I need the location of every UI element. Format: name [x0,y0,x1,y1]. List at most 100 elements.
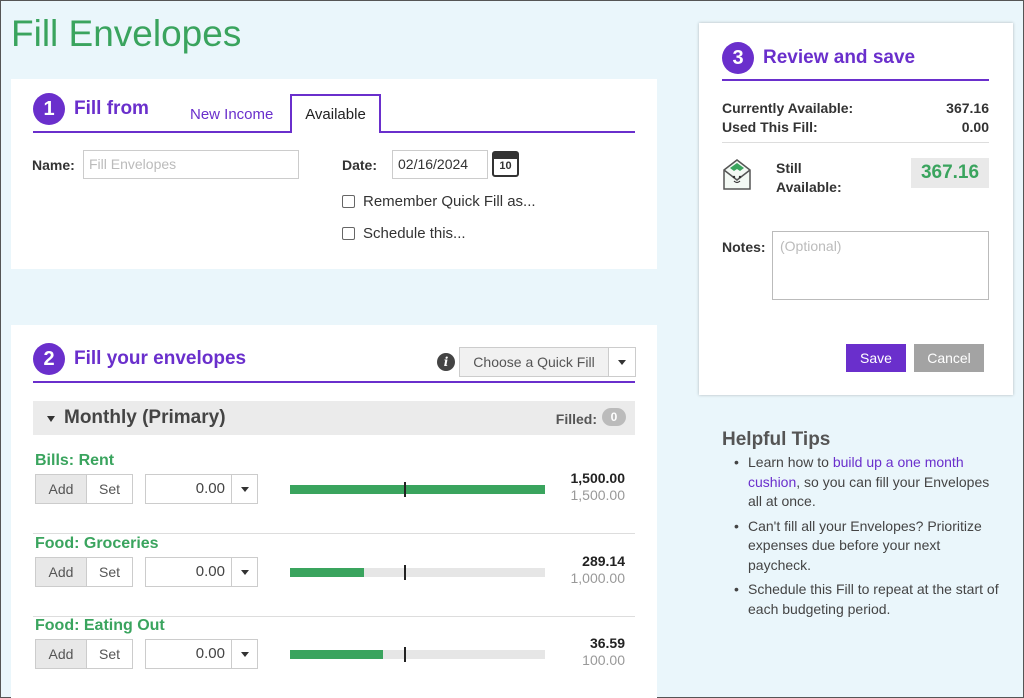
still-available-label-line2: Available: [776,179,842,195]
progress-marker [404,565,406,580]
progress-fill [290,568,364,577]
envelope-name: Food: Eating Out [35,617,165,634]
current-balance: 1,500.00 [570,470,626,486]
set-button[interactable]: Set [86,557,133,587]
date-input[interactable]: 02/16/2024 [392,150,488,179]
envelope-name: Food: Groceries [35,535,159,552]
envelope-row: Bills: Rent Add Set 0.00 1,500.00 1,500.… [33,452,635,534]
amount-dropdown[interactable] [231,475,257,503]
tip-item: Schedule this Fill to repeat at the star… [732,580,1002,619]
fill-envelopes-title: Fill your envelopes [74,348,247,369]
calendar-icon[interactable]: 10 [492,151,519,177]
filled-label: Filled: [555,411,597,427]
page-title: Fill Envelopes [11,13,242,54]
currently-available-value: 367.16 [946,100,989,116]
schedule-label: Schedule this... [363,225,466,242]
tab-available[interactable]: Available [290,94,381,133]
fill-envelopes-divider [33,381,635,383]
calendar-icon-day: 10 [499,160,512,172]
schedule-row[interactable]: Schedule this... [342,225,466,242]
step-3-badge: 3 [722,42,754,74]
still-available-label: Still Available: [776,159,842,197]
used-this-fill-row: Used This Fill: 0.00 [722,119,989,135]
amount-dropdown[interactable] [231,558,257,586]
chevron-down-icon [240,487,249,492]
remember-quickfill-row[interactable]: Remember Quick Fill as... [342,193,536,210]
quickfill-dropdown[interactable]: Choose a Quick Fill [459,347,636,377]
chevron-down-icon [618,360,626,365]
still-available-value: 367.16 [911,158,989,188]
set-button[interactable]: Set [86,474,133,504]
quickfill-caret[interactable] [608,348,635,376]
fill-envelopes-header: 2 Fill your envelopes [33,343,246,375]
amount-input[interactable]: 0.00 [145,639,258,669]
currently-available-row: Currently Available: 367.16 [722,100,989,116]
current-balance: 36.59 [589,635,625,651]
tip-item: Learn how to build up a one month cushio… [732,453,1002,512]
notes-label: Notes: [722,239,766,255]
progress-bar [290,565,545,580]
step-2-badge: 2 [33,343,65,375]
set-button[interactable]: Set [86,639,133,669]
remember-quickfill-checkbox[interactable] [342,195,355,208]
goal-amount: 1,000.00 [570,570,626,586]
review-save-divider [722,79,989,81]
used-this-fill-label: Used This Fill: [722,119,818,135]
envelope-row: Food: Groceries Add Set 0.00 289.14 1,00… [33,535,635,617]
progress-marker [404,647,406,662]
info-icon[interactable]: i [437,353,455,371]
currently-available-label: Currently Available: [722,100,854,116]
date-label: Date: [342,157,378,173]
amount-dropdown[interactable] [231,640,257,668]
envelope-row: Food: Eating Out Add Set 0.00 36.59 100.… [33,617,635,698]
name-input[interactable]: Fill Envelopes [83,150,299,179]
group-name: Monthly (Primary) [64,407,226,428]
notes-textarea[interactable]: (Optional) [772,231,989,300]
progress-bar [290,647,545,662]
name-label: Name: [32,157,75,173]
amount-input[interactable]: 0.00 [145,557,258,587]
still-available-label-line1: Still [776,160,802,176]
remember-quickfill-label: Remember Quick Fill as... [363,193,536,210]
fill-from-section: 1 Fill from New Income Available Name: F… [11,79,657,269]
envelope-group-header[interactable]: Monthly (Primary) Filled: 0 [33,401,635,435]
step-1-badge: 1 [33,93,65,125]
progress-fill [290,650,384,659]
amount-value[interactable]: 0.00 [146,558,231,586]
chevron-down-icon [240,570,249,575]
helpful-tips-title: Helpful Tips [722,429,831,450]
envelope-icon [723,159,751,190]
filled-count-badge: 0 [602,408,626,426]
amount-input[interactable]: 0.00 [145,474,258,504]
amount-value[interactable]: 0.00 [146,475,231,503]
add-button[interactable]: Add [35,474,87,504]
summary-divider [722,142,989,143]
used-this-fill-value: 0.00 [961,119,989,135]
tab-new-income[interactable]: New Income [190,106,273,123]
quickfill-label[interactable]: Choose a Quick Fill [460,348,608,376]
progress-bar [290,482,545,497]
helpful-tips-list: Learn how to build up a one month cushio… [732,453,1002,624]
add-button[interactable]: Add [35,557,87,587]
review-save-header: 3 Review and save [722,42,915,74]
fill-from-title: Fill from [74,98,149,119]
goal-amount: 100.00 [582,652,625,668]
collapse-triangle-icon[interactable] [47,416,55,422]
tip-item: Can't fill all your Envelopes? Prioritiz… [732,517,1002,576]
chevron-down-icon [240,652,249,657]
amount-value[interactable]: 0.00 [146,640,231,668]
save-button[interactable]: Save [846,344,906,372]
review-save-title: Review and save [763,47,916,68]
fill-from-header: 1 Fill from [33,93,149,125]
envelope-name: Bills: Rent [35,452,115,469]
cancel-button[interactable]: Cancel [914,344,984,372]
schedule-checkbox[interactable] [342,227,355,240]
review-save-panel: 3 Review and save Currently Available: 3… [699,23,1013,395]
goal-amount: 1,500.00 [570,487,626,503]
current-balance: 289.14 [582,553,625,569]
progress-fill [290,485,545,494]
fill-envelopes-section: 2 Fill your envelopes i Choose a Quick F… [11,325,657,698]
add-button[interactable]: Add [35,639,87,669]
tip-1-text-pre: Learn how to [748,454,833,470]
progress-marker [404,482,406,497]
